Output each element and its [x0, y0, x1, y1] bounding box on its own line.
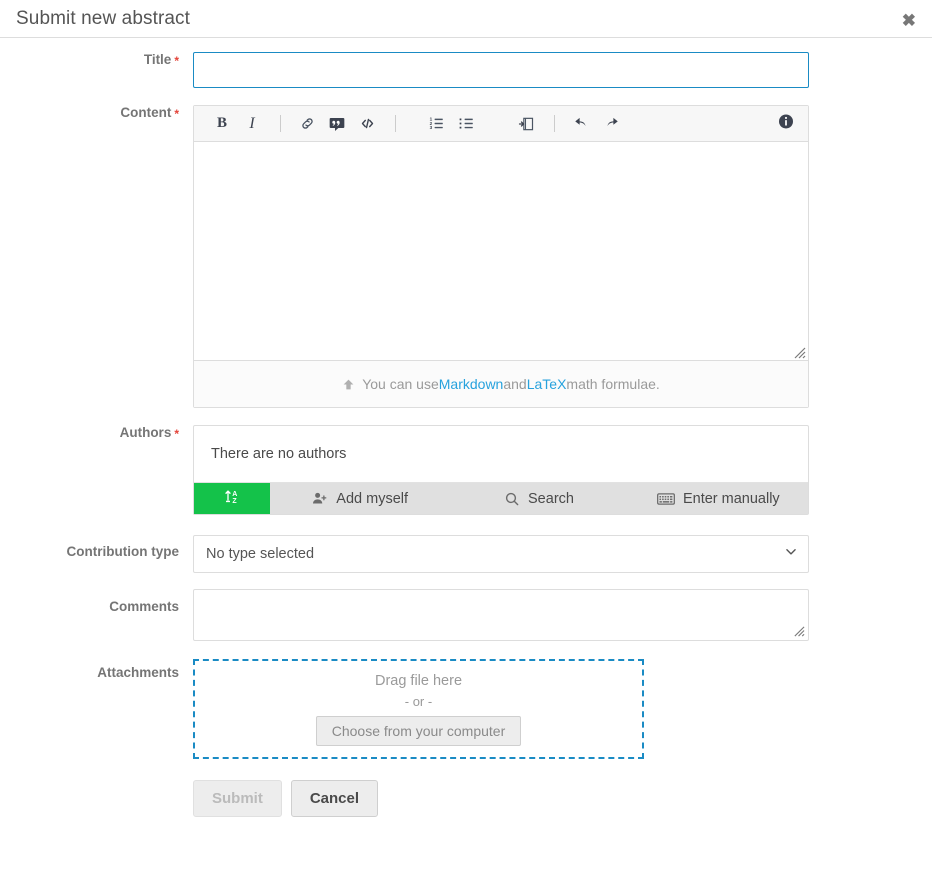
- cancel-button[interactable]: Cancel: [290, 780, 379, 817]
- unordered-list-icon[interactable]: [452, 111, 480, 137]
- user-plus-icon: [311, 491, 328, 506]
- insert-image-icon[interactable]: [512, 111, 540, 137]
- form-row-attachments: Attachments Drag file here - or - Choose…: [0, 659, 932, 817]
- dropzone-or-text: - or -: [404, 693, 433, 709]
- required-asterisk: *: [174, 54, 179, 68]
- markdown-editor: B I 1 2 3 You can use Markdown and LaTeX…: [193, 105, 809, 408]
- file-dropzone[interactable]: Drag file here - or - Choose from your c…: [193, 659, 644, 759]
- form-row-title: Title *: [0, 52, 932, 88]
- page-title: Submit new abstract: [16, 8, 191, 29]
- help-prefix: You can use: [362, 376, 439, 392]
- svg-text:Z: Z: [232, 498, 237, 505]
- redo-icon[interactable]: [597, 111, 625, 137]
- quote-icon[interactable]: [323, 111, 351, 137]
- authors-field-wrap: There are no authors A Z Add myself Sear…: [193, 425, 809, 515]
- resize-handle[interactable]: [793, 624, 806, 637]
- link-icon[interactable]: [293, 111, 321, 137]
- form-row-comments: Comments: [0, 589, 932, 641]
- choose-file-button[interactable]: Choose from your computer: [315, 715, 522, 746]
- search-author-label: Search: [528, 490, 574, 507]
- toolbar-divider: [554, 115, 555, 132]
- contribution-type-select-wrap: No type selected: [193, 535, 809, 573]
- toolbar-divider: [395, 115, 396, 132]
- bold-icon[interactable]: B: [208, 111, 236, 137]
- content-label-text: Content: [120, 105, 172, 120]
- enter-manually-label: Enter manually: [682, 490, 780, 507]
- form-row-authors: Authors * There are no authors A Z Add m…: [0, 425, 932, 515]
- authors-label: Authors *: [0, 425, 193, 441]
- contribution-type-select[interactable]: No type selected: [193, 535, 809, 573]
- authors-empty-text: There are no authors: [211, 446, 347, 462]
- keyboard-icon: [656, 492, 675, 506]
- content-field-wrap: B I 1 2 3 You can use Markdown and LaTeX…: [193, 105, 809, 408]
- dropzone-drag-text: Drag file here: [374, 672, 463, 689]
- required-asterisk: *: [174, 427, 179, 441]
- modal-header: Submit new abstract ✖: [0, 0, 932, 38]
- toolbar-divider: [280, 115, 281, 132]
- sort-alpha-down-icon: A Z: [224, 489, 240, 508]
- title-label-text: Title: [143, 52, 172, 67]
- title-field-wrap: [193, 52, 809, 88]
- authors-actions: A Z Add myself Search Enter manually: [194, 482, 808, 514]
- search-icon: [504, 491, 520, 507]
- contribution-type-label: Contribution type: [0, 535, 193, 560]
- editor-help-text: You can use Markdown and LaTeX math form…: [194, 361, 808, 407]
- editor-toolbar: B I 1 2 3: [194, 106, 808, 142]
- title-input[interactable]: [193, 52, 809, 88]
- submit-button[interactable]: Submit: [193, 780, 282, 817]
- italic-icon[interactable]: I: [238, 111, 266, 137]
- help-suffix: math formulae.: [566, 376, 660, 392]
- comments-label: Comments: [0, 589, 193, 615]
- authors-box: There are no authors A Z Add myself Sear…: [193, 425, 809, 515]
- authors-label-text: Authors: [119, 425, 172, 440]
- ordered-list-icon[interactable]: 1 2 3: [422, 111, 450, 137]
- form-row-contribution-type: Contribution type No type selected: [0, 535, 932, 573]
- latex-link[interactable]: LaTeX: [527, 376, 567, 392]
- abstract-form: Title * Content * B I 1 2 3 You can use …: [0, 38, 932, 817]
- add-myself-button[interactable]: Add myself: [270, 483, 450, 514]
- code-icon[interactable]: [353, 111, 381, 137]
- arrow-up-icon: [342, 377, 355, 392]
- comments-label-text: Comments: [109, 599, 179, 614]
- comments-field-wrap: [193, 589, 809, 641]
- info-icon[interactable]: [778, 113, 794, 134]
- sort-authors-button[interactable]: A Z: [194, 483, 270, 514]
- add-myself-label: Add myself: [336, 490, 409, 507]
- form-row-content: Content * B I 1 2 3 You can use Markdown…: [0, 105, 932, 408]
- form-actions: Submit Cancel: [193, 780, 809, 817]
- attachments-label: Attachments: [0, 659, 193, 681]
- markdown-link[interactable]: Markdown: [439, 376, 504, 392]
- search-author-button[interactable]: Search: [449, 483, 629, 514]
- attachments-field-wrap: Drag file here - or - Choose from your c…: [193, 659, 809, 817]
- contribution-type-label-text: Contribution type: [66, 544, 179, 559]
- content-textarea[interactable]: [194, 142, 808, 361]
- comments-textarea[interactable]: [193, 589, 809, 641]
- required-asterisk: *: [174, 107, 179, 121]
- comments-wrap: [193, 589, 809, 641]
- contribution-type-field-wrap: No type selected: [193, 535, 809, 573]
- attachments-label-text: Attachments: [97, 665, 179, 680]
- svg-text:3: 3: [429, 125, 432, 130]
- content-label: Content *: [0, 105, 193, 121]
- title-label: Title *: [0, 52, 193, 68]
- resize-handle[interactable]: [793, 346, 806, 359]
- svg-text:A: A: [232, 491, 237, 498]
- help-middle: and: [503, 376, 527, 392]
- undo-icon[interactable]: [567, 111, 595, 137]
- close-icon[interactable]: ✖: [898, 10, 920, 31]
- enter-manually-button[interactable]: Enter manually: [628, 483, 808, 514]
